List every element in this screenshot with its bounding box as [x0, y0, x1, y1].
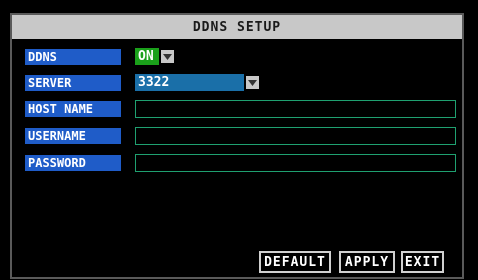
password-label: PASSWORD [25, 155, 121, 171]
apply-button[interactable]: APPLY [339, 251, 395, 273]
chevron-down-icon[interactable] [246, 76, 259, 89]
username-field[interactable] [135, 127, 456, 145]
ddns-value: ON [135, 48, 159, 65]
exit-button[interactable]: EXIT [401, 251, 444, 273]
host-name-label: HOST NAME [25, 101, 121, 117]
password-field[interactable] [135, 154, 456, 172]
dialog-title: DDNS SETUP [12, 15, 462, 39]
server-dropdown[interactable]: 3322 [135, 74, 259, 91]
ddns-label: DDNS [25, 49, 121, 65]
server-value: 3322 [135, 74, 244, 91]
username-label: USERNAME [25, 128, 121, 144]
host-name-field[interactable] [135, 100, 456, 118]
default-button[interactable]: DEFAULT [259, 251, 331, 273]
ddns-dropdown[interactable]: ON [135, 48, 174, 65]
chevron-down-icon[interactable] [161, 50, 174, 63]
server-label: SERVER [25, 75, 121, 91]
